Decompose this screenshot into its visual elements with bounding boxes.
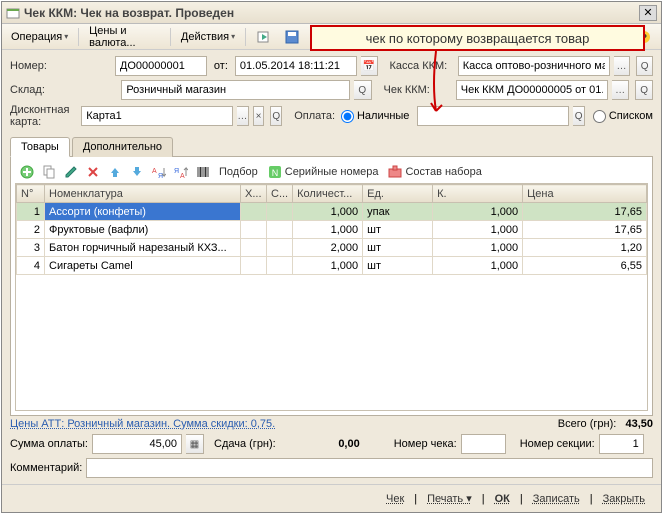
col-ed[interactable]: Ед. bbox=[363, 185, 433, 203]
close-button[interactable]: ✕ bbox=[639, 5, 657, 21]
disc-dots-button[interactable]: … bbox=[237, 106, 248, 126]
podbor-link[interactable]: Подбор bbox=[215, 166, 262, 178]
sortasc-icon[interactable]: АЯ bbox=[149, 163, 169, 181]
delete-row-icon[interactable] bbox=[83, 163, 103, 181]
number-input[interactable] bbox=[115, 56, 207, 76]
prices-menu[interactable]: Цены и валюта... bbox=[84, 22, 165, 52]
app-icon bbox=[6, 6, 20, 20]
ot-label: от: bbox=[214, 60, 228, 72]
oplata-label: Оплата: bbox=[294, 110, 337, 122]
pechat-button[interactable]: Печать ▾ bbox=[421, 492, 478, 505]
chekkkm-input[interactable] bbox=[456, 80, 608, 100]
sumopl-calc-button[interactable]: ▦ bbox=[186, 434, 204, 454]
grid[interactable]: N° Номенклатура Х... С... Количест... Ед… bbox=[15, 183, 648, 411]
disc-label: Дисконтная карта: bbox=[10, 104, 77, 128]
col-h[interactable]: Х... bbox=[241, 185, 267, 203]
nomsek-label: Номер секции: bbox=[520, 438, 595, 450]
nomsek-input[interactable] bbox=[599, 434, 644, 454]
sdacha-value: 0,00 bbox=[280, 438, 360, 450]
barcode-icon[interactable] bbox=[193, 163, 213, 181]
svg-text:N: N bbox=[272, 168, 279, 178]
col-price[interactable]: Цена bbox=[523, 185, 647, 203]
kassa-dots-button[interactable]: … bbox=[614, 56, 631, 76]
window-title: Чек ККМ: Чек на возврат. Проведен bbox=[24, 6, 639, 20]
chekkkm-q-button[interactable]: Q bbox=[635, 80, 653, 100]
sumopl-input[interactable] bbox=[92, 434, 182, 454]
kassa-q-button[interactable]: Q bbox=[636, 56, 653, 76]
copy-row-icon[interactable] bbox=[39, 163, 59, 181]
oplata-q-button[interactable]: Q bbox=[573, 106, 584, 126]
disc-x-button[interactable]: × bbox=[253, 106, 265, 126]
tb-run-icon[interactable] bbox=[251, 26, 277, 48]
tb-save-icon[interactable] bbox=[279, 26, 305, 48]
col-nom[interactable]: Номенклатура bbox=[45, 185, 241, 203]
vsego-value: 43,50 bbox=[625, 418, 653, 430]
tabs: Товары Дополнительно bbox=[10, 136, 653, 157]
vsego-label: Всего (грн): bbox=[558, 418, 617, 430]
titlebar: Чек ККМ: Чек на возврат. Проведен ✕ bbox=[2, 2, 661, 24]
svg-text:Я: Я bbox=[174, 168, 179, 175]
window: Чек ККМ: Чек на возврат. Проведен ✕ Опер… bbox=[1, 1, 662, 513]
chek-button[interactable]: Чек bbox=[380, 493, 410, 505]
grid-toolbar: АЯ ЯА Подбор NСерийные номера Состав наб… bbox=[15, 161, 648, 183]
kassa-input[interactable] bbox=[458, 56, 610, 76]
sdacha-label: Сдача (грн): bbox=[214, 438, 276, 450]
tab-dopolnitelno[interactable]: Дополнительно bbox=[72, 137, 173, 157]
tab-body: АЯ ЯА Подбор NСерийные номера Состав наб… bbox=[10, 157, 653, 416]
svg-text:А: А bbox=[152, 168, 157, 175]
serial-link[interactable]: NСерийные номера bbox=[264, 165, 383, 179]
bottom-bar: Чек| Печать ▾| ОК| Записать| Закрыть bbox=[2, 484, 661, 512]
zakryt-button[interactable]: Закрыть bbox=[597, 493, 651, 505]
ok-button[interactable]: ОК bbox=[489, 493, 516, 505]
oplata-spisok-radio[interactable]: Списком bbox=[593, 110, 653, 123]
chekkkm-dots-button[interactable]: … bbox=[612, 80, 630, 100]
comment-input[interactable] bbox=[86, 458, 653, 478]
table-row[interactable]: 3Батон горчичный нарезаный КХЗ...2,000шт… bbox=[17, 239, 647, 257]
sklad-input[interactable] bbox=[121, 80, 350, 100]
actions-menu[interactable]: Действия▾ bbox=[176, 28, 240, 46]
sklad-q-button[interactable]: Q bbox=[354, 80, 372, 100]
date-input[interactable] bbox=[235, 56, 357, 76]
svg-text:А: А bbox=[180, 173, 185, 179]
tab-tovary[interactable]: Товары bbox=[10, 137, 70, 157]
moveup-icon[interactable] bbox=[105, 163, 125, 181]
movedown-icon[interactable] bbox=[127, 163, 147, 181]
add-row-icon[interactable] bbox=[17, 163, 37, 181]
table-row[interactable]: 1Ассорти (конфеты)1,000упак1,00017,65 bbox=[17, 203, 647, 221]
table-row[interactable]: 4Сигареты Camel1,000шт1,0006,55 bbox=[17, 257, 647, 275]
sumopl-label: Сумма оплаты: bbox=[10, 438, 88, 450]
col-s[interactable]: С... bbox=[267, 185, 293, 203]
sortdesc-icon[interactable]: ЯА bbox=[171, 163, 191, 181]
edit-row-icon[interactable] bbox=[61, 163, 81, 181]
callout-arrow bbox=[430, 51, 450, 121]
nomchek-input[interactable] bbox=[461, 434, 506, 454]
date-picker-button[interactable]: 📅 bbox=[361, 56, 378, 76]
disc-q-button[interactable]: Q bbox=[270, 106, 282, 126]
operation-menu[interactable]: Операция▾ bbox=[6, 28, 73, 46]
col-qty[interactable]: Количест... bbox=[293, 185, 363, 203]
number-label: Номер: bbox=[10, 60, 111, 72]
col-k[interactable]: К. bbox=[433, 185, 523, 203]
sklad-label: Склад: bbox=[10, 84, 117, 96]
zapisat-button[interactable]: Записать bbox=[527, 493, 586, 505]
table-row[interactable]: 2Фруктовые (вафли)1,000шт1,00017,65 bbox=[17, 221, 647, 239]
nomchek-label: Номер чека: bbox=[394, 438, 457, 450]
oplata-nalichie-radio[interactable]: Наличные bbox=[341, 110, 409, 123]
comment-label: Комментарий: bbox=[10, 462, 82, 474]
disc-input[interactable] bbox=[81, 106, 233, 126]
callout-note: чек по которому возвращается товар bbox=[310, 25, 645, 51]
sostav-link[interactable]: Состав набора bbox=[384, 165, 485, 179]
prices-link[interactable]: Цены АТТ: Розничный магазин. Сумма скидк… bbox=[10, 418, 275, 430]
col-n[interactable]: N° bbox=[17, 185, 45, 203]
